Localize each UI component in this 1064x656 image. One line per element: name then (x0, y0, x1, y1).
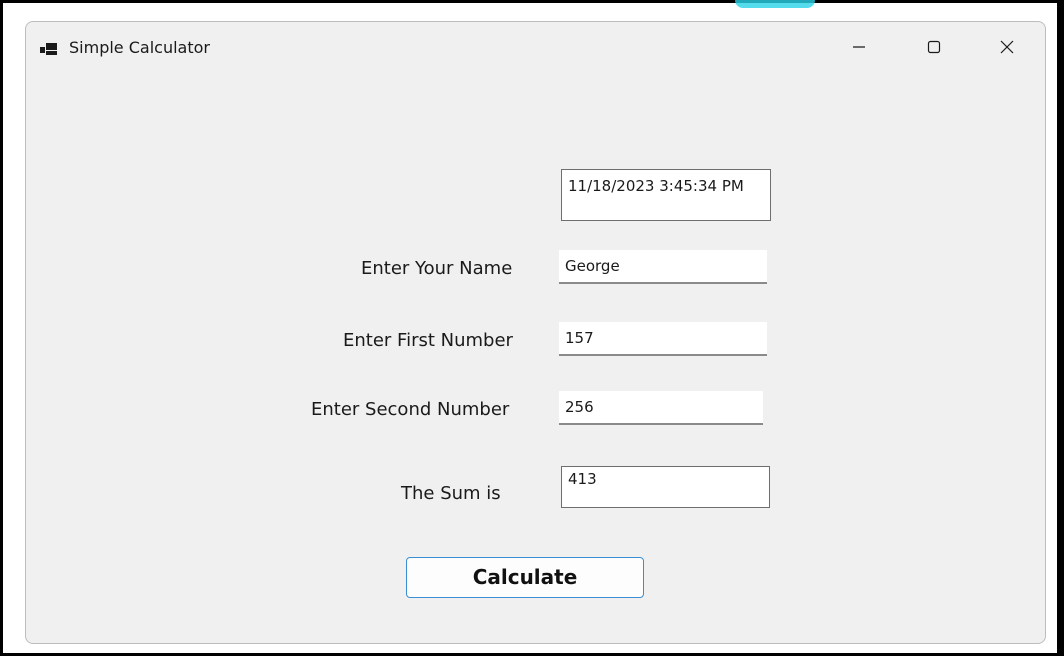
datetime-display: 11/18/2023 3:45:34 PM (561, 169, 771, 221)
name-label: Enter Your Name (361, 258, 513, 279)
sum-output: 413 (561, 466, 770, 508)
second-number-label: Enter Second Number (311, 399, 510, 420)
maximize-icon (927, 39, 941, 58)
title-bar[interactable]: Simple Calculator (26, 22, 1045, 74)
first-number-label: Enter First Number (343, 330, 513, 351)
minimize-icon (852, 39, 866, 58)
app-window-icon (40, 41, 58, 55)
close-button[interactable] (984, 30, 1030, 66)
name-input[interactable] (559, 250, 767, 284)
calculate-button[interactable]: Calculate (406, 557, 644, 598)
close-icon (1000, 39, 1014, 58)
maximize-button[interactable] (911, 30, 957, 66)
desktop-accent (735, 0, 815, 8)
window-title: Simple Calculator (69, 38, 210, 57)
calculator-window: Simple Calculator 11/18/2023 3:45:34 PM … (25, 21, 1046, 644)
sum-label: The Sum is (401, 483, 501, 504)
second-number-input[interactable] (559, 391, 763, 425)
minimize-button[interactable] (836, 30, 882, 66)
first-number-input[interactable] (559, 322, 767, 356)
